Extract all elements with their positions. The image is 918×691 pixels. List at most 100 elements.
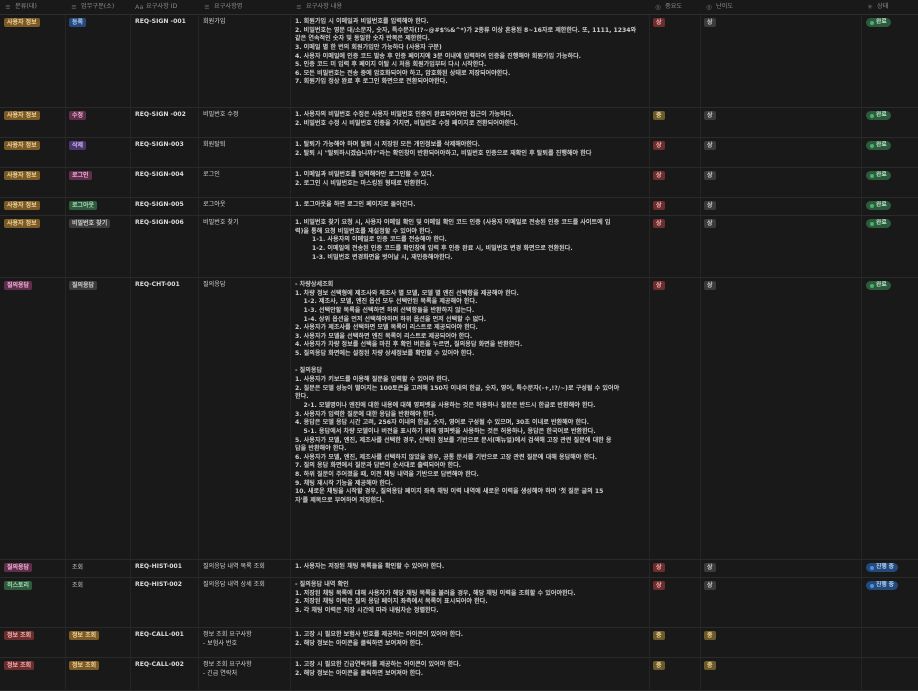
subcategory-cell[interactable]: 로그아웃 <box>69 201 101 211</box>
table-row[interactable]: 질의응답 조회 REQ-HIST-001 질의응답 내역 목록 조회 1. 사용자는 저… <box>0 560 918 578</box>
column-header[interactable]: ≡ 요구사항 내용 <box>291 0 342 15</box>
table-row[interactable]: 히스토리 조회 REQ-HIST-002 질의응답 내역 상세 조회 - 질의응답 내역… <box>0 578 918 628</box>
requirement-id[interactable]: REQ-SIGN -001 <box>135 18 190 27</box>
status-cell[interactable]: 완료 <box>866 18 895 28</box>
subcategory-cell[interactable]: 조회 <box>69 581 90 591</box>
difficulty-cell[interactable]: 상 <box>704 563 720 573</box>
requirement-id[interactable]: REQ-HIST-002 <box>135 581 186 590</box>
requirement-name[interactable]: 정보 조회 요구사항 - 보험사 번호 <box>203 631 256 648</box>
requirement-id[interactable]: REQ-SIGN-006 <box>135 219 188 228</box>
importance-cell[interactable]: 중 <box>653 111 669 121</box>
requirement-id[interactable]: REQ-SIGN-005 <box>135 201 188 210</box>
requirement-description[interactable]: 1. 이메일과 비밀번호를 입력해야만 로그인할 수 있다. 2. 로그인 시 비… <box>295 171 438 188</box>
subcategory-cell[interactable]: 정보 조회 <box>69 661 103 671</box>
table-row[interactable]: 정보 조회 정보 조회 REQ-CALL-002 정보 조회 요구사항 - 긴급 연락처… <box>0 658 918 691</box>
requirement-id[interactable]: REQ-HIST-001 <box>135 563 186 572</box>
importance-cell[interactable]: 상 <box>653 18 669 28</box>
table-row[interactable]: 사용자 정보 수정 REQ-SIGN -002 비밀번호 수정 1. 사용자의 비밀번호… <box>0 108 918 138</box>
column-header[interactable]: ◎ 난이도 <box>701 0 733 15</box>
requirement-description[interactable]: - 차량상세조회 1. 차량 정보 선택형에 제조사와 제조사 별 모델, 모델 … <box>295 281 623 506</box>
category-cell[interactable]: 사용자 정보 <box>4 219 44 229</box>
table-row[interactable]: 사용자 정보 등록 REQ-SIGN -001 회원가입 1. 회원가입 시 이메일과 … <box>0 15 918 108</box>
difficulty-cell[interactable]: 상 <box>704 171 720 181</box>
difficulty-cell[interactable]: 중 <box>704 661 720 671</box>
difficulty-cell[interactable]: 상 <box>704 219 720 229</box>
subcategory-cell[interactable]: 조회 <box>69 563 90 573</box>
importance-cell[interactable]: 중 <box>653 661 669 671</box>
column-header[interactable]: ✳ 상태 <box>862 0 888 15</box>
requirement-description[interactable]: - 질의응답 내역 확인 1. 저장된 채팅 목록에 대해 사용자가 해당 채팅 … <box>295 581 580 616</box>
status-cell[interactable]: 완료 <box>866 219 895 229</box>
subcategory-cell[interactable]: 삭제 <box>69 141 90 151</box>
category-cell[interactable]: 사용자 정보 <box>4 201 44 211</box>
requirement-description[interactable]: 1. 로그아웃을 하면 로그인 페이지로 돌아간다. <box>295 201 419 210</box>
requirement-name[interactable]: 회원탈퇴 <box>203 141 229 150</box>
status-cell[interactable]: 완료 <box>866 141 895 151</box>
category-cell[interactable]: 사용자 정보 <box>4 18 44 28</box>
subcategory-cell[interactable]: 비밀번호 찾기 <box>69 219 114 229</box>
table-row[interactable]: 정보 조회 정보 조회 REQ-CALL-001 정보 조회 요구사항 - 보험사 번호… <box>0 628 918 658</box>
difficulty-cell[interactable]: 상 <box>704 18 720 28</box>
table-row[interactable]: 사용자 정보 비밀번호 찾기 REQ-SIGN-006 비밀번호 찾기 1. 비밀번호 … <box>0 216 918 278</box>
category-cell[interactable]: 질의응답 <box>4 281 36 291</box>
importance-cell[interactable]: 상 <box>653 563 669 573</box>
requirement-id[interactable]: REQ-SIGN-003 <box>135 141 188 150</box>
requirement-id[interactable]: REQ-SIGN -002 <box>135 111 190 120</box>
requirement-id[interactable]: REQ-CHT-001 <box>135 281 184 290</box>
requirement-name[interactable]: 비밀번호 수정 <box>203 111 243 120</box>
requirement-id[interactable]: REQ-CALL-001 <box>135 631 188 640</box>
column-header[interactable]: ◎ 중요도 <box>650 0 682 15</box>
requirement-name[interactable]: 비밀번호 찾기 <box>203 219 243 228</box>
column-header[interactable]: ≡ 분류(대) <box>0 0 37 15</box>
status-cell[interactable]: 진행 중 <box>866 581 902 591</box>
category-cell[interactable]: 사용자 정보 <box>4 111 44 121</box>
status-cell[interactable]: 완료 <box>866 201 895 211</box>
subcategory-cell[interactable]: 정보 조회 <box>69 631 103 641</box>
status-cell[interactable]: 완료 <box>866 171 895 181</box>
difficulty-cell[interactable]: 상 <box>704 111 720 121</box>
difficulty-cell[interactable]: 상 <box>704 281 720 291</box>
category-cell[interactable]: 히스토리 <box>4 581 36 591</box>
requirement-name[interactable]: 정보 조회 요구사항 - 긴급 연락처 <box>203 661 256 678</box>
column-header[interactable]: Aa 요구사항 ID <box>131 0 177 15</box>
status-cell[interactable]: 진행 중 <box>866 563 902 573</box>
importance-cell[interactable]: 상 <box>653 581 669 591</box>
requirement-id[interactable]: REQ-SIGN-004 <box>135 171 188 180</box>
table-row[interactable]: 사용자 정보 삭제 REQ-SIGN-003 회원탈퇴 1. 탈퇴가 가능해야 하며 탈… <box>0 138 918 168</box>
column-header[interactable]: ≡ 업무구분(소) <box>66 0 114 15</box>
column-header[interactable]: ≡ 요구사항명 <box>199 0 242 15</box>
status-cell[interactable]: 완료 <box>866 281 895 291</box>
importance-cell[interactable]: 상 <box>653 141 669 151</box>
category-cell[interactable]: 정보 조회 <box>4 661 38 671</box>
requirement-description[interactable]: 1. 탈퇴가 가능해야 하며 탈퇴 시 저장된 모든 개인정보를 삭제해야한다.… <box>295 141 596 158</box>
importance-cell[interactable]: 상 <box>653 281 669 291</box>
requirement-description[interactable]: 1. 비밀번호 찾기 요청 시, 사용자 이메일 확인 및 이메일 확인 코드 … <box>295 219 614 262</box>
table-row[interactable]: 질의응답 질의응답 REQ-CHT-001 질의응답 - 차량상세조회 1. 차량 정보 … <box>0 278 918 560</box>
difficulty-cell[interactable]: 중 <box>704 631 720 641</box>
importance-cell[interactable]: 상 <box>653 201 669 211</box>
importance-cell[interactable]: 상 <box>653 171 669 181</box>
requirement-description[interactable]: 1. 고장 시 필요한 보험사 번호를 제공하는 아이콘이 있어야 한다. 2. … <box>295 631 467 648</box>
requirement-description[interactable]: 1. 회원가입 시 이메일과 비밀번호를 입력해야 한다. 2. 비밀번호는 영문… <box>295 18 640 87</box>
requirement-description[interactable]: 1. 사용자의 비밀번호 수정은 사용자 비밀번호 인증이 완료되어야만 접근이… <box>295 111 522 128</box>
requirement-name[interactable]: 질의응답 <box>203 281 229 290</box>
requirement-name[interactable]: 회원가입 <box>203 18 229 27</box>
requirement-name[interactable]: 질의응답 내역 목록 조회 <box>203 563 269 572</box>
table-row[interactable]: 사용자 정보 로그인 REQ-SIGN-004 로그인 1. 이메일과 비밀번호를 입력… <box>0 168 918 198</box>
subcategory-cell[interactable]: 수정 <box>69 111 90 121</box>
category-cell[interactable]: 질의응답 <box>4 563 36 573</box>
difficulty-cell[interactable]: 상 <box>704 141 720 151</box>
importance-cell[interactable]: 상 <box>653 219 669 229</box>
status-cell[interactable]: 완료 <box>866 111 895 121</box>
table-row[interactable]: 사용자 정보 로그아웃 REQ-SIGN-005 로그아웃 1. 로그아웃을 하면 로그… <box>0 198 918 216</box>
subcategory-cell[interactable]: 질의응답 <box>69 281 101 291</box>
category-cell[interactable]: 정보 조회 <box>4 631 38 641</box>
requirement-id[interactable]: REQ-CALL-002 <box>135 661 188 670</box>
difficulty-cell[interactable]: 상 <box>704 581 720 591</box>
requirement-name[interactable]: 로그인 <box>203 171 224 180</box>
requirement-name[interactable]: 로그아웃 <box>203 201 229 210</box>
requirement-description[interactable]: 1. 고장 시 필요한 긴급연락처를 제공하는 아이콘이 있어야 한다. 2. 해… <box>295 661 465 678</box>
difficulty-cell[interactable]: 상 <box>704 201 720 211</box>
importance-cell[interactable]: 중 <box>653 631 669 641</box>
category-cell[interactable]: 사용자 정보 <box>4 141 44 151</box>
